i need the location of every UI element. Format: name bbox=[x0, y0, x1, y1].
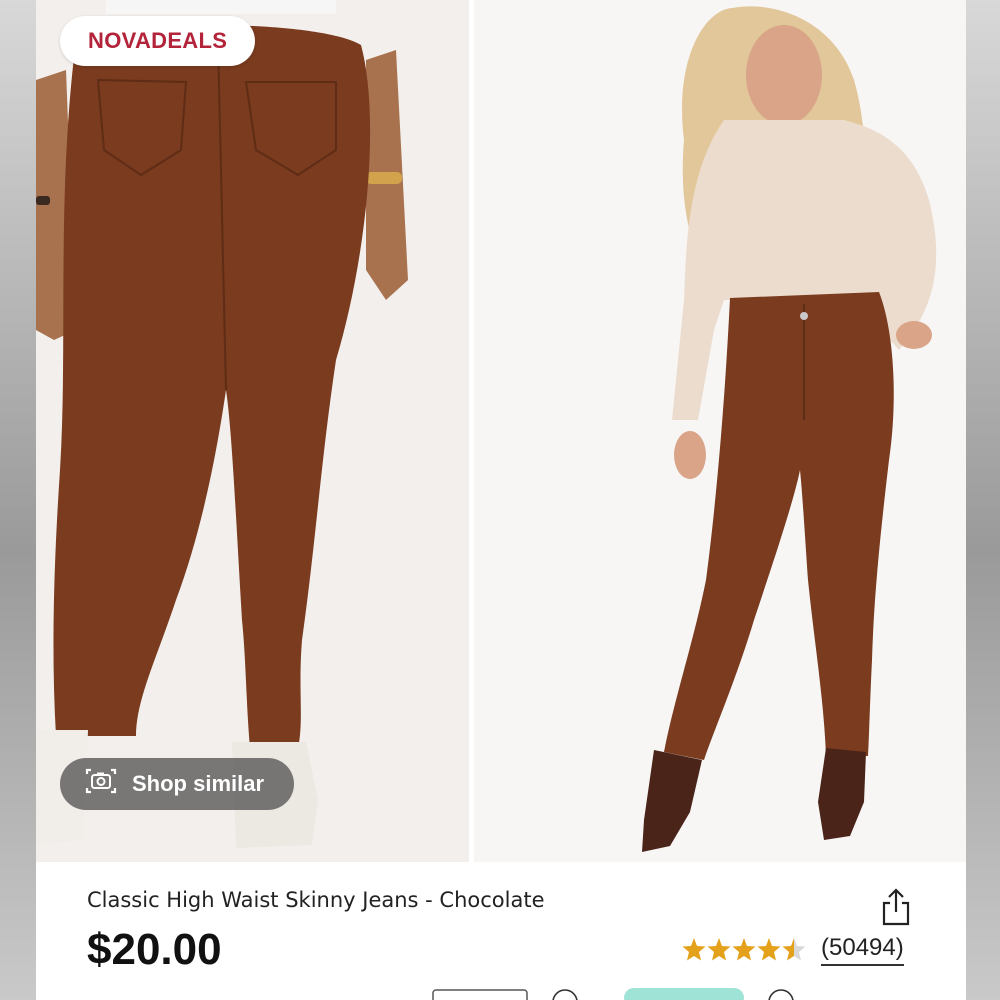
share-icon[interactable] bbox=[878, 886, 914, 928]
brand-badge[interactable]: NOVADEALS bbox=[60, 16, 256, 66]
back-view-illustration bbox=[36, 0, 469, 862]
front-view-illustration bbox=[474, 0, 966, 862]
review-count[interactable]: (50494) bbox=[821, 934, 904, 966]
product-photo-front[interactable] bbox=[474, 0, 966, 862]
right-blur-band bbox=[966, 0, 1000, 1000]
product-price: $20.00 bbox=[87, 925, 222, 974]
product-card: NOVADEALS Shop similar Classic High Wais… bbox=[36, 0, 966, 1000]
shop-similar-button[interactable]: Shop similar bbox=[60, 758, 294, 810]
bottom-controls-partial bbox=[432, 988, 794, 1000]
camera-icon bbox=[84, 767, 118, 801]
brand-label: NOVADEALS bbox=[88, 28, 228, 53]
product-title: Classic High Waist Skinny Jeans - Chocol… bbox=[87, 888, 545, 912]
star-icons bbox=[682, 938, 806, 961]
product-photo-back[interactable] bbox=[36, 0, 469, 862]
shop-similar-label: Shop similar bbox=[132, 771, 265, 796]
rating[interactable]: (50494) bbox=[682, 934, 904, 966]
rating-stars bbox=[682, 937, 807, 963]
left-blur-band bbox=[0, 0, 36, 1000]
